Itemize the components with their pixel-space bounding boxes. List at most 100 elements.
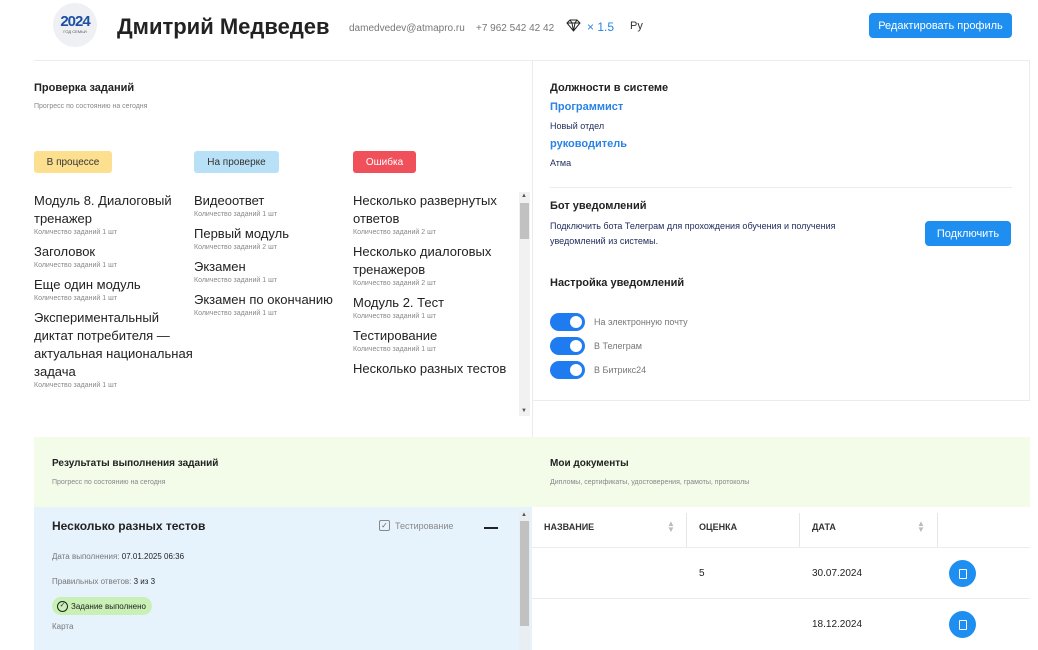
- task-count: Количество заданий 1 шт: [34, 229, 117, 236]
- task-count: Количество заданий 1 шт: [34, 382, 117, 389]
- task-title: Заголовок: [34, 244, 96, 259]
- documents-title: Мои документы: [550, 458, 629, 469]
- scroll-up-icon[interactable]: ▲: [521, 512, 527, 518]
- task-item[interactable]: Модуль 2. Тест Количество заданий 1 шт: [353, 294, 513, 322]
- task-count: Количество заданий 1 шт: [34, 295, 117, 302]
- task-item[interactable]: Первый модуль Количество заданий 2 шт: [194, 225, 354, 253]
- task-item[interactable]: Модуль 8. Диалоговый тренажер Количество …: [34, 192, 194, 238]
- toggle-label: В Телеграм: [594, 341, 642, 351]
- task-title: Тестирование: [353, 328, 438, 343]
- task-count: Количество заданий 1 шт: [194, 277, 277, 284]
- logo-subtitle: ГОД СЕМЬИ: [63, 29, 87, 34]
- divider: [532, 400, 1030, 401]
- divider: [532, 598, 1030, 599]
- collapse-icon[interactable]: [484, 527, 498, 529]
- completion-date-row: Дата выполнения: 07.01.2025 06:36: [52, 552, 184, 561]
- role-department: Атма: [550, 158, 572, 168]
- column-header-name[interactable]: НАЗВАНИЕ: [544, 522, 594, 532]
- task-item[interactable]: Несколько развернутых ответов Количество …: [353, 192, 513, 238]
- task-count: Количество заданий 1 шт: [353, 346, 436, 353]
- task-item[interactable]: Еще один модуль Количество заданий 1 шт: [34, 276, 194, 304]
- task-count: Количество заданий 2 шт: [353, 280, 436, 287]
- document-download-button[interactable]: [949, 611, 976, 638]
- scroll-down-icon[interactable]: ▼: [521, 408, 527, 414]
- document-download-button[interactable]: [949, 560, 976, 587]
- user-phone: +7 962 542 42 42: [476, 23, 555, 34]
- column-in-progress: Модуль 8. Диалоговый тренажер Количество …: [34, 192, 194, 396]
- diamond-icon: [566, 19, 581, 35]
- task-item[interactable]: Тестирование Количество заданий 1 шт: [353, 327, 513, 355]
- task-item[interactable]: Экспериментальный диктат потребителя — а…: [34, 309, 194, 391]
- task-title: Модуль 8. Диалоговый тренажер: [34, 193, 172, 226]
- status-text: Задание выполнено: [71, 601, 146, 611]
- task-title: Экзамен по окончанию: [194, 292, 333, 307]
- notifications-title: Настройка уведомлений: [550, 277, 685, 289]
- correct-answers-value: 3 из 3: [133, 577, 156, 586]
- scroll-up-icon[interactable]: ▲: [521, 193, 527, 199]
- correct-answers-row: Правильных ответов: 3 из 3: [52, 577, 155, 586]
- positions-title: Должности в системе: [550, 82, 669, 94]
- task-title: Несколько развернутых ответов: [353, 193, 497, 226]
- edit-profile-button[interactable]: Редактировать профиль: [869, 13, 1012, 38]
- results-subtitle: Прогресс по состоянию на сегодня: [52, 479, 166, 486]
- role-name[interactable]: руководитель: [550, 138, 627, 150]
- task-item[interactable]: Несколько разных тестов: [353, 360, 513, 378]
- user-name: Дмитрий Медведев: [117, 14, 330, 39]
- status-badge-review[interactable]: На проверке: [194, 151, 279, 173]
- column-header-grade[interactable]: ОЦЕНКА: [699, 522, 737, 532]
- document-icon: [958, 568, 967, 579]
- task-item[interactable]: Экзамен по окончанию Количество заданий 1…: [194, 291, 354, 319]
- role-name[interactable]: Программист: [550, 101, 623, 113]
- language-switch[interactable]: Ру: [630, 20, 643, 32]
- bot-description: Подключить бота Телеграм для прохождения…: [550, 221, 836, 246]
- task-title: Экзамен: [194, 259, 246, 274]
- tasks-scrollbar-thumb[interactable]: [520, 203, 529, 239]
- multiplier: × 1.5: [587, 20, 615, 34]
- task-item[interactable]: Экзамен Количество заданий 1 шт: [194, 258, 354, 286]
- logo: 2024 ГОД СЕМЬИ: [53, 3, 97, 47]
- task-title: Несколько разных тестов: [353, 361, 507, 376]
- document-icon: [958, 619, 967, 630]
- status-badge-error[interactable]: Ошибка: [353, 151, 416, 173]
- task-item[interactable]: Заголовок Количество заданий 1 шт: [34, 243, 194, 271]
- sort-icon[interactable]: ▲ ▼: [667, 520, 675, 534]
- sort-icon[interactable]: ▲ ▼: [917, 520, 925, 534]
- divider: [550, 187, 1012, 188]
- task-count: Количество заданий 2 шт: [353, 229, 436, 236]
- result-extra: Карта: [52, 622, 74, 631]
- column-header-date[interactable]: ДАТА: [812, 522, 836, 532]
- status-badge-in-progress[interactable]: В процессе: [34, 151, 112, 173]
- task-count: Количество заданий 2 шт: [194, 244, 277, 251]
- divider: [532, 547, 1030, 548]
- task-item[interactable]: Видеоответ Количество заданий 1 шт: [194, 192, 354, 220]
- logo-year: 2024: [60, 13, 90, 30]
- toggle-telegram[interactable]: [550, 337, 585, 355]
- task-count: Количество заданий 1 шт: [34, 262, 117, 269]
- divider: [686, 513, 687, 547]
- divider: [937, 513, 938, 547]
- results-header-band: [34, 437, 1030, 507]
- task-title: Еще один модуль: [34, 277, 141, 292]
- divider: [799, 513, 800, 547]
- task-item[interactable]: Несколько диалоговых тренажеров Количеств…: [353, 243, 513, 289]
- toggle-email[interactable]: [550, 313, 585, 331]
- divider: [532, 60, 533, 437]
- completion-date-value: 07.01.2025 06:36: [121, 552, 185, 561]
- result-card-title: Несколько разных тестов: [52, 519, 206, 533]
- result-card-type: Тестирование: [395, 521, 454, 531]
- documents-subtitle: Дипломы, сертификаты, удостоверения, гра…: [550, 479, 750, 486]
- connect-bot-button[interactable]: Подключить: [925, 221, 1011, 246]
- column-review: Видеоответ Количество заданий 1 шт Первый…: [194, 192, 354, 324]
- divider: [1029, 60, 1030, 400]
- task-count: Количество заданий 1 шт: [194, 211, 277, 218]
- task-title: Первый модуль: [194, 226, 289, 241]
- header: 2024 ГОД СЕМЬИ Дмитрий Медведев damedved…: [0, 0, 1038, 56]
- results-scrollbar-thumb[interactable]: [520, 521, 529, 626]
- bot-title: Бот уведомлений: [550, 200, 647, 212]
- user-email: damedvedev@atmapro.ru: [349, 23, 465, 34]
- task-count: Количество заданий 1 шт: [353, 313, 436, 320]
- toggle-bitrix[interactable]: [550, 361, 585, 379]
- check-circle-icon: ✓: [57, 600, 68, 612]
- doc-date: 30.07.2024: [812, 568, 863, 579]
- status-badge: ✓ Задание выполнено: [52, 597, 152, 615]
